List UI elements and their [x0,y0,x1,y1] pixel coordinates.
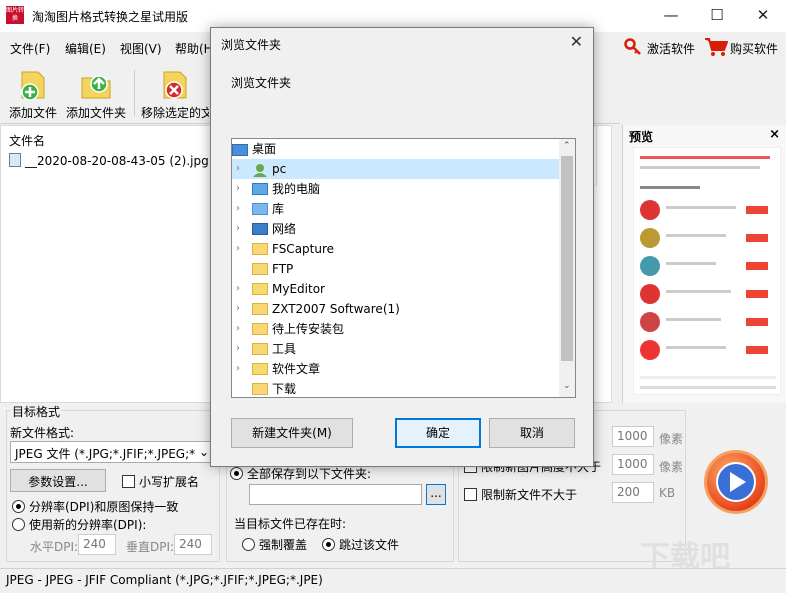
tree-item-pc[interactable]: › pc [232,159,562,179]
menu-help[interactable]: 帮助(H [175,40,213,57]
play-icon [716,462,756,502]
v-dpi-input[interactable]: 240 [174,534,212,555]
tree-item-library[interactable]: › 库 [232,199,562,219]
keep-dpi-radio[interactable]: 分辨率(DPI)和原图保持一致 [12,498,178,515]
remove-file-icon [158,70,192,102]
network-icon [252,223,268,235]
tree-item-folder[interactable]: › 软件文章 [232,359,562,379]
library-icon [252,203,268,215]
tree-item-folder[interactable]: FTP [232,259,562,279]
tree-item-folder[interactable]: 下载 [232,379,562,397]
file-size-limit-checkbox[interactable]: 限制新文件不大于 [464,486,577,503]
h-dpi-label: 水平DPI: [30,540,79,554]
preview-close-button[interactable]: × [769,127,780,142]
status-bar: JPEG - JPEG - JFIF Compliant (*.JPG;*.JF… [0,568,786,593]
folder-icon [252,363,268,375]
file-exists-label: 当目标文件已存在时: [234,517,347,531]
shopping-cart-icon [704,37,729,57]
file-list-item[interactable]: __2020-08-20-08-43-05 (2).jpg [9,153,209,168]
new-format-label: 新文件格式: [10,426,75,440]
scroll-down-icon[interactable]: ⌄ [563,381,571,391]
add-folder-button[interactable]: 添加文件夹 [65,62,127,124]
width-unit-label: 像素 [659,432,684,446]
height-limit-input[interactable]: 1000 [612,454,654,475]
skip-file-radio[interactable]: 跳过该文件 [322,536,399,553]
file-size-unit-label: KB [659,486,676,500]
new-dpi-radio[interactable]: 使用新的分辨率(DPI): [12,516,146,533]
folder-icon [252,383,268,395]
close-button[interactable]: ✕ [740,0,786,32]
dialog-description: 浏览文件夹 [231,76,292,90]
format-select[interactable]: JPEG 文件 (*.JPG;*.JFIF;*.JPEG;* ⌄ [10,441,214,463]
tree-item-desktop[interactable]: 桌面 [232,139,562,159]
browse-folder-dialog: 浏览文件夹 ✕ 浏览文件夹 桌面 › pc › 我的电脑 › 库 › 网络 › [210,27,594,467]
maximize-button[interactable]: ☐ [694,0,740,32]
folder-icon [252,303,268,315]
activate-software-link[interactable]: 激活软件 [647,40,695,57]
folder-icon [252,263,268,275]
browse-folder-button[interactable]: ... [426,484,446,505]
width-limit-input[interactable]: 1000 [612,426,654,447]
preview-panel: 预览 × [622,125,786,403]
buy-software-link[interactable]: 购买软件 [730,40,778,57]
lowercase-ext-checkbox[interactable]: 小写扩展名 [122,473,199,490]
add-file-button[interactable]: 添加文件 [6,62,60,124]
tree-item-folder[interactable]: › 待上传安装包 [232,319,562,339]
window-title: 淘淘图片格式转换之星试用版 [32,10,189,24]
scrollbar-thumb[interactable] [561,156,573,361]
save-all-to-radio[interactable]: 全部保存到以下文件夹: [230,465,371,482]
folder-icon [252,283,268,295]
tree-item-folder[interactable]: › 工具 [232,339,562,359]
tree-item-folder[interactable]: › ZXT2007 Software(1) [232,299,562,319]
add-folder-icon [79,70,113,102]
dialog-close-button[interactable]: ✕ [570,32,583,51]
key-icon [624,38,642,56]
tree-item-folder[interactable]: › MyEditor [232,279,562,299]
cancel-button[interactable]: 取消 [489,418,575,448]
image-file-icon [9,153,21,167]
app-logo-icon: 图片转换 [6,6,25,24]
desktop-icon [232,144,248,156]
folder-tree[interactable]: 桌面 › pc › 我的电脑 › 库 › 网络 › FSCapture FTP … [231,138,576,398]
preview-title: 预览 [629,130,654,144]
v-dpi-label: 垂直DPI: [126,540,175,554]
menu-view[interactable]: 视图(V) [120,40,162,57]
ok-button[interactable]: 确定 [395,418,481,448]
output-folder-input[interactable] [249,484,422,505]
tree-scrollbar[interactable]: ⌃ ⌄ [559,139,575,397]
folder-icon [252,343,268,355]
overwrite-radio[interactable]: 强制覆盖 [242,536,307,553]
height-unit-label: 像素 [659,460,684,474]
chevron-down-icon: ⌄ [198,445,209,459]
scroll-up-icon[interactable]: ⌃ [563,141,571,151]
tree-item-folder[interactable]: › FSCapture [232,239,562,259]
target-format-title: 目标格式 [10,403,63,420]
folder-icon [252,323,268,335]
column-divider [596,126,597,186]
tree-item-my-computer[interactable]: › 我的电脑 [232,179,562,199]
status-text: JPEG - JPEG - JFIF Compliant (*.JPG;*.JF… [6,573,323,587]
start-convert-button[interactable] [704,450,768,514]
folder-icon [252,243,268,255]
remove-selected-button[interactable]: 移除选定的文 [141,62,209,124]
add-file-icon [16,70,50,102]
computer-icon [252,183,268,195]
tree-item-network[interactable]: › 网络 [232,219,562,239]
menu-edit[interactable]: 编辑(E) [65,40,106,57]
toolbar-divider [134,70,135,116]
file-size-input[interactable]: 200 [612,482,654,503]
new-folder-button[interactable]: 新建文件夹(M) [231,418,353,448]
preview-image [633,147,781,395]
h-dpi-input[interactable]: 240 [78,534,116,555]
dialog-title: 浏览文件夹 [221,38,282,52]
user-icon [252,163,268,177]
minimize-button[interactable]: — [648,0,694,32]
params-settings-button[interactable]: 参数设置... [10,469,106,492]
column-header-filename[interactable]: 文件名 [9,132,45,149]
menu-file[interactable]: 文件(F) [10,40,50,57]
